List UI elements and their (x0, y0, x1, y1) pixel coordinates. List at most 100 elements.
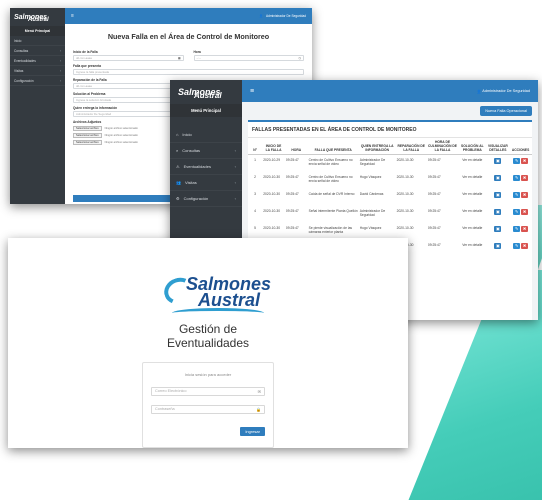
edit-icon[interactable]: ✎ (513, 225, 521, 232)
sidebar-item-inicio[interactable]: Inicio (10, 36, 65, 46)
table-cell-hora: 09:25:47 (285, 158, 299, 162)
table-cell-sol: Ver en detalle (462, 191, 483, 196)
view-details-icon[interactable]: ▣ (494, 208, 502, 215)
table-cell-n: 5 (254, 225, 257, 230)
table-cell-n: 2 (254, 174, 257, 179)
chevron-icon: ‹ (59, 48, 61, 53)
table-cell-falla: Centro de Cultivo Ensueno no envía señal… (308, 158, 353, 166)
sidebar-item-label: Eventualidades (183, 164, 211, 169)
delete-icon[interactable]: ✖ (521, 208, 529, 215)
table-cell-n: 1 (254, 158, 257, 162)
choose-file-button[interactable]: Seleccionar archivo (73, 133, 102, 138)
edit-icon[interactable]: ✎ (513, 191, 521, 198)
edit-icon[interactable]: ✎ (513, 242, 521, 249)
column-header: FALLA QUE PRESENTA (307, 138, 359, 155)
choose-file-button[interactable]: Seleccionar archivo (73, 126, 102, 131)
table-cell-view: ▣ (487, 155, 510, 172)
hamburger-icon[interactable]: ≡ (71, 13, 74, 19)
top-bar: ≡ 👤 Administrador De Seguridad (242, 80, 538, 102)
table-cell-sol: Ver en detalle (462, 208, 483, 213)
sidebar-item-visitas[interactable]: Visitas ‹ (10, 66, 65, 76)
file-status: Ningún archivo seleccionado (104, 141, 138, 144)
table-cell-view: ▣ (487, 223, 510, 240)
falla-label: Falla que presenta (73, 64, 101, 68)
choose-file-button[interactable]: Seleccionar archivo (73, 140, 102, 145)
file-status: Ningún archivo seleccionado (104, 127, 138, 130)
calendar-icon[interactable]: ▦ (178, 56, 181, 61)
hora-input[interactable]: --:-- ◷ (193, 55, 304, 61)
table-cell-actions: ✎ ✖ (509, 206, 532, 223)
clock-icon[interactable]: ◷ (299, 56, 301, 61)
email-field[interactable]: Correo Electrónico ✉ (151, 387, 265, 396)
table-row: 2 2020-10-30 09:25:47 Centro de Cultivo Ens… (248, 172, 532, 189)
entrega-input[interactable]: Administrador De Seguridad (73, 111, 177, 117)
user-name[interactable]: Administrador De Seguridad (266, 14, 306, 18)
sidebar-item-label: Inicio (14, 38, 22, 43)
table-cell-sol: Ver en detalle (462, 174, 483, 179)
table-cell-inicio: 2020-10-30 (263, 191, 281, 196)
table-cell-hfin: 09:25:47 (427, 242, 441, 247)
delete-icon[interactable]: ✖ (521, 158, 529, 164)
column-header: SOLUCIÓN AL PROBLEMA (458, 138, 487, 155)
user-name[interactable]: Administrador De Seguridad (482, 89, 530, 93)
sidebar-item-eventualidades[interactable]: ⚠ Eventualidades ‹ (170, 159, 242, 175)
login-button[interactable]: Ingresar (240, 427, 265, 436)
table-cell-view: ▣ (487, 240, 510, 257)
view-details-icon[interactable]: ▣ (494, 225, 502, 232)
edit-icon[interactable]: ✎ (513, 158, 521, 164)
table-cell-n: 4 (254, 208, 257, 213)
sidebar-item-label: Consultas (14, 48, 29, 53)
table-cell-rep: 2020-10-30 (396, 208, 414, 213)
fecha-input[interactable]: dd-mm-aaaa ▦ (73, 55, 184, 61)
fecha-label: Inicio de la Falla (73, 50, 98, 54)
sidebar-item-label: Eventualidades (14, 58, 36, 63)
sidebar: Salmones Austral Menú Principal Inicio C… (10, 8, 65, 204)
login-message: Inicia sesión para acceder (184, 372, 232, 377)
chevron-icon: ‹ (59, 78, 61, 83)
column-header: ACCIONES (509, 138, 532, 155)
table-cell-view: ▣ (487, 206, 510, 223)
view-details-icon[interactable]: ▣ (494, 242, 502, 249)
chevron-icon: ‹ (234, 164, 236, 169)
table-cell-hfin: 09:25:47 (427, 174, 441, 179)
hamburger-icon[interactable]: ≡ (250, 88, 254, 95)
table-cell-sol: Ver en detalle (462, 242, 483, 247)
table-cell-hfin: 09:25:47 (427, 225, 441, 230)
sidebar-item-configuracion[interactable]: Configuración ‹ (10, 76, 65, 86)
wave-icon (172, 308, 264, 318)
sidebar-item-consultas[interactable]: Consultas ‹ (10, 46, 65, 56)
sidebar-item-inicio[interactable]: ⌂ Inicio (170, 127, 242, 143)
delete-icon[interactable]: ✖ (521, 174, 529, 181)
column-header: N° (248, 138, 263, 155)
table-cell-quien: Administrador De Seguridad (359, 158, 386, 166)
table-cell-rep: 2020-10-30 (396, 174, 414, 179)
home-icon: ⌂ (176, 132, 179, 137)
falla-input[interactable]: Ingrese la falla presentada (73, 69, 304, 75)
reparacion-input[interactable]: dd-mm-aaaa (73, 83, 177, 89)
table-cell-actions: ✎ ✖ (509, 172, 532, 189)
edit-icon[interactable]: ✎ (513, 208, 521, 215)
view-details-icon[interactable]: ▣ (494, 191, 502, 198)
delete-icon[interactable]: ✖ (521, 242, 529, 249)
gear-icon: ⚙ (176, 196, 180, 201)
delete-icon[interactable]: ✖ (521, 191, 529, 198)
table-cell-falla: Caída de señal de DVR Interno (308, 191, 355, 196)
brand-name-line2: Austral (194, 91, 222, 100)
sidebar-item-configuracion[interactable]: ⚙ Configuración ‹ (170, 191, 242, 207)
menu-header: Menú Principal (10, 26, 65, 36)
password-field[interactable]: Contraseña 🔒 (151, 405, 265, 414)
sidebar-item-eventualidades[interactable]: Eventualidades ‹ (10, 56, 65, 66)
sidebar-item-consultas[interactable]: ⌕ Consultas ‹ (170, 143, 242, 159)
delete-icon[interactable]: ✖ (521, 225, 529, 232)
sidebar-item-visitas[interactable]: 👥 Visitas ‹ (170, 175, 242, 191)
chevron-icon: ‹ (59, 58, 61, 63)
new-failure-button[interactable]: Nueva Falla Operacional (480, 106, 532, 116)
hora-label: Hora (193, 50, 201, 54)
sidebar-item-label: Visitas (14, 68, 24, 73)
edit-icon[interactable]: ✎ (513, 174, 521, 181)
login-form: Inicia sesión para acceder Correo Electr… (142, 362, 274, 448)
view-details-icon[interactable]: ▣ (494, 158, 502, 164)
table-cell-view: ▣ (487, 189, 510, 206)
view-details-icon[interactable]: ▣ (494, 174, 502, 181)
column-header: VISUALIZAR DETALLES (486, 138, 510, 155)
